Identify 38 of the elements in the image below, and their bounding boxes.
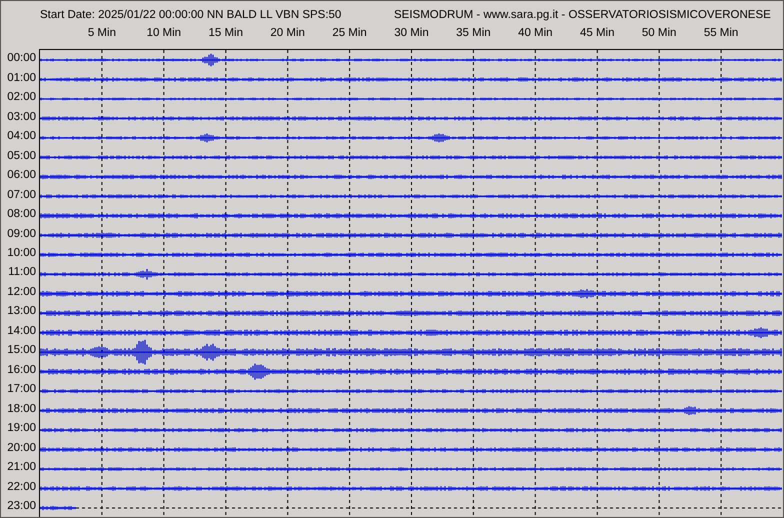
hour-label: 11:00	[7, 265, 37, 280]
hour-label: 00:00	[6, 51, 37, 66]
minute-label: 15 Min	[207, 26, 244, 40]
minute-label: 30 Min	[393, 26, 430, 40]
hour-label: 02:00	[6, 90, 37, 106]
minute-label: 45 Min	[578, 26, 616, 40]
hour-label: 04:00	[6, 129, 37, 144]
hour-label: 10:00	[6, 246, 37, 261]
hour-label: 07:00	[6, 188, 37, 203]
hour-label: 13:00	[6, 304, 37, 320]
hour-label: 12:00	[6, 284, 37, 300]
minute-label: 5 Min	[86, 26, 117, 40]
seismic-trace	[40, 505, 77, 511]
minute-label: 10 Min	[146, 26, 182, 40]
hour-label: 20:00	[6, 440, 37, 456]
hour-label: 08:00	[6, 207, 37, 222]
minute-label: 50 Min	[640, 26, 678, 40]
hour-label: 09:00	[6, 226, 37, 242]
hour-label: 22:00	[6, 480, 37, 495]
drum-title: SEISMODRUM - www.sara.pg.it - OSSERVATORIOSISMICOVERONESE	[394, 8, 771, 22]
hour-label: 19:00	[6, 421, 37, 436]
minute-label: 35 Min	[455, 26, 492, 40]
hour-label: 18:00	[6, 402, 37, 417]
hour-label: 21:00	[6, 460, 37, 476]
hour-label: 06:00	[6, 168, 37, 184]
minute-label: 40 Min	[517, 26, 554, 40]
hour-label: 14:00	[6, 324, 37, 339]
hour-label: 17:00	[6, 382, 37, 398]
hour-label: 03:00	[6, 110, 37, 125]
hour-label: 15:00	[6, 343, 37, 358]
minute-label: 20 Min	[269, 26, 306, 40]
hour-label: 05:00	[6, 148, 37, 164]
hour-label: 01:00	[6, 70, 37, 86]
start-info: Start Date: 2025/01/22 00:00:00 NN BALD LL VBN SPS:50	[40, 8, 342, 22]
minute-label: 55 Min	[702, 26, 740, 40]
minute-label: 25 Min	[331, 26, 368, 40]
hour-label: 16:00	[6, 362, 37, 378]
hour-label: 23:00	[6, 499, 37, 514]
